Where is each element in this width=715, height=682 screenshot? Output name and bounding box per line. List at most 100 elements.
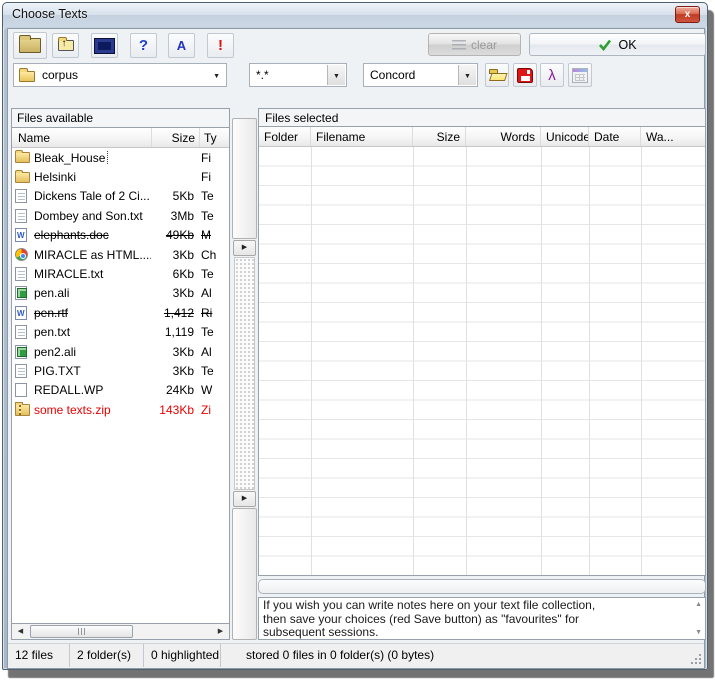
notes-text[interactable]: If you wish you can write notes here on … [263, 599, 689, 640]
status-files: 12 files [8, 644, 70, 667]
column-words[interactable]: Words [466, 127, 541, 146]
move-right-button[interactable]: ▶ [233, 240, 256, 256]
open-favourites-button[interactable] [485, 63, 509, 87]
clear-button[interactable]: clear [428, 33, 521, 56]
browse-folders-button[interactable] [13, 32, 47, 59]
ok-button[interactable]: OK [529, 33, 706, 56]
filespec-combo[interactable]: *.* ▼ [249, 63, 347, 87]
file-size: 3Kb [151, 286, 197, 300]
file-row[interactable]: HelsinkiFi [12, 167, 229, 186]
file-row[interactable]: pen.rtf1,412Ri [12, 303, 229, 322]
blank-file-icon [15, 383, 32, 397]
column-name[interactable]: Name [12, 131, 151, 145]
notes-area[interactable]: If you wish you can write notes here on … [258, 597, 706, 640]
scroll-right-icon[interactable]: ▶ [214, 626, 227, 638]
file-name: elephants.doc [32, 228, 151, 242]
monitor-icon [95, 39, 114, 53]
column-unicode[interactable]: Unicode [541, 127, 589, 146]
scroll-down-icon[interactable]: ▼ [695, 629, 702, 636]
warning-button[interactable]: ! [207, 33, 234, 58]
calculator-icon [572, 68, 588, 83]
screen: Choose Texts x ↑ ? A ! [0, 0, 715, 682]
font-icon: A [177, 38, 186, 53]
splitter-lower-slab[interactable] [232, 508, 257, 640]
lambda-button[interactable]: λ [540, 63, 564, 87]
word-file-icon [15, 306, 32, 320]
status-highlighted: 0 highlighted [144, 644, 221, 667]
save-favourites-button[interactable] [513, 63, 537, 87]
file-type: Ri [197, 306, 229, 320]
font-button[interactable]: A [168, 33, 195, 58]
files-selected-panel: Files selected FolderFilenameSizeWordsUn… [258, 108, 706, 640]
scroll-up-icon[interactable]: ▲ [695, 601, 702, 608]
file-row[interactable]: pen.ali3KbAl [12, 284, 229, 303]
folder-combo[interactable]: corpus ▼ [13, 63, 227, 87]
file-row[interactable]: pen.txt1,119Te [12, 323, 229, 342]
files-selected-grid[interactable] [259, 147, 705, 575]
file-row[interactable]: pen2.ali3KbAl [12, 342, 229, 361]
files-available-list[interactable]: Name Size Ty Bleak_HouseFiHelsinkiFiDick… [12, 127, 229, 623]
file-size: 1,119 [151, 325, 197, 339]
status-folders: 2 folder(s) [70, 644, 144, 667]
zip-file-icon [15, 404, 32, 416]
close-icon: x [685, 9, 691, 20]
horizontal-scrollbar[interactable]: ◀ ▶ [12, 623, 229, 639]
file-row[interactable]: Dombey and Son.txt3MbTe [12, 206, 229, 225]
statistics-button[interactable] [568, 63, 592, 87]
view-button[interactable] [91, 33, 118, 58]
column-filename[interactable]: Filename [311, 127, 413, 146]
column-size[interactable]: Size [151, 128, 199, 147]
file-size: 3Kb [151, 364, 197, 378]
move-right-button[interactable]: ▶ [233, 491, 256, 507]
file-type: W [197, 383, 229, 397]
clear-label: clear [471, 38, 497, 52]
open-folder-icon [489, 69, 506, 81]
help-button[interactable]: ? [130, 33, 157, 58]
chevron-down-icon: ▼ [464, 73, 471, 80]
scrollbar-thumb[interactable] [30, 625, 133, 638]
column-folder[interactable]: Folder [259, 127, 311, 146]
resize-grip[interactable] [699, 654, 701, 656]
splitter-grip[interactable] [234, 257, 255, 490]
arrow-right-icon: ▶ [242, 244, 247, 251]
filter-textbox[interactable] [258, 579, 706, 594]
file-row[interactable]: MIRACLE.txt6KbTe [12, 264, 229, 283]
folder-up-icon: ↑ [58, 40, 74, 51]
ali-file-icon [15, 286, 32, 300]
file-row[interactable]: PIG.TXT3KbTe [12, 361, 229, 380]
file-rows: Bleak_HouseFiHelsinkiFiDickens Tale of 2… [12, 148, 229, 623]
file-size: 6Kb [151, 267, 197, 281]
file-row[interactable]: Dickens Tale of 2 Ci...5KbTe [12, 187, 229, 206]
text-file-icon [15, 364, 32, 378]
close-button[interactable]: x [675, 6, 700, 23]
scroll-left-icon[interactable]: ◀ [14, 626, 27, 638]
file-type: Al [197, 345, 229, 359]
file-row[interactable]: some texts.zip143KbZi [12, 400, 229, 419]
file-name: Dombey and Son.txt [32, 209, 151, 223]
file-row[interactable]: REDALL.WP24KbW [12, 381, 229, 400]
folder-up-button[interactable]: ↑ [52, 33, 79, 58]
help-icon: ? [139, 37, 148, 54]
column-wa[interactable]: Wa... [641, 127, 705, 146]
folder-icon [19, 38, 41, 53]
file-type: Al [197, 286, 229, 300]
files-selected-table[interactable]: FolderFilenameSizeWordsUnicodeDateWa... [258, 126, 706, 576]
titlebar[interactable]: Choose Texts x [3, 3, 707, 27]
column-type[interactable]: Ty [199, 128, 229, 147]
file-size: 3Kb [151, 248, 197, 262]
file-name: PIG.TXT [32, 364, 151, 378]
file-size: 3Mb [151, 209, 197, 223]
file-row[interactable]: Bleak_HouseFi [12, 148, 229, 167]
file-row[interactable]: MIRACLE as HTML....3KbCh [12, 245, 229, 264]
text-file-icon [15, 209, 32, 223]
tool-combo[interactable]: Concord ▼ [363, 63, 478, 87]
file-row[interactable]: elephants.doc49KbM [12, 226, 229, 245]
column-date[interactable]: Date [589, 127, 641, 146]
splitter-upper-slab[interactable] [232, 118, 257, 239]
filespec-combo-dropdown[interactable]: ▼ [327, 65, 345, 85]
tool-combo-dropdown[interactable]: ▼ [458, 65, 476, 85]
files-selected-header[interactable]: FolderFilenameSizeWordsUnicodeDateWa... [259, 127, 705, 147]
files-available-header[interactable]: Name Size Ty [12, 128, 229, 148]
file-name: MIRACLE.txt [32, 267, 151, 281]
column-size[interactable]: Size [413, 127, 466, 146]
